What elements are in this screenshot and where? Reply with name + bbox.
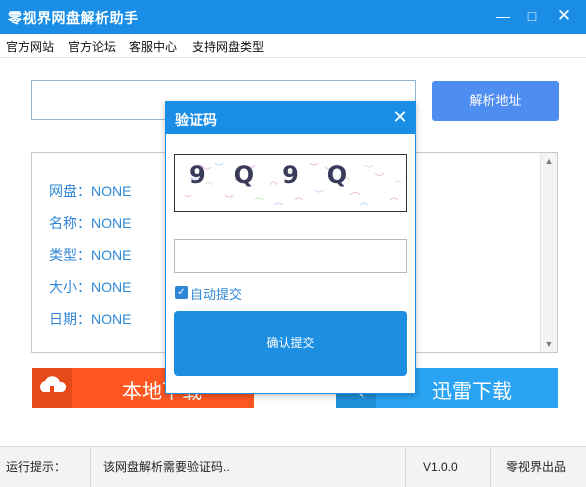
info-value: NONE bbox=[91, 183, 132, 199]
cloud-download-icon bbox=[32, 368, 72, 408]
info-label: 日期： bbox=[49, 311, 91, 327]
title-bar: 零视界网盘解析助手 — □ ✕ bbox=[0, 0, 586, 34]
info-row-size: 大小：NONE bbox=[49, 277, 131, 297]
info-row-name: 名称：NONE bbox=[49, 213, 131, 233]
info-row-date: 日期：NONE bbox=[49, 309, 131, 329]
menu-bar: 官方网站 官方论坛 客服中心 支持网盘类型 bbox=[0, 34, 586, 58]
minimize-icon: — bbox=[496, 8, 510, 24]
window-title: 零视界网盘解析助手 bbox=[8, 10, 139, 26]
menu-item-forum[interactable]: 官方论坛 bbox=[68, 38, 116, 55]
info-value: NONE bbox=[91, 247, 132, 263]
status-message: 该网盘解析需要验证码.. bbox=[103, 460, 230, 474]
maximize-icon: □ bbox=[527, 8, 537, 24]
check-icon: ✓ bbox=[177, 287, 186, 298]
confirm-submit-button[interactable]: 确认提交 bbox=[174, 311, 407, 376]
info-row-drive: 网盘：NONE bbox=[49, 181, 131, 201]
dialog-title-bar: 验证码 ✕ bbox=[166, 102, 415, 134]
minimize-button[interactable]: — bbox=[490, 4, 516, 28]
menu-item-official-site[interactable]: 官方网站 bbox=[6, 38, 54, 55]
parse-button[interactable]: 解析地址 bbox=[432, 81, 559, 121]
maximize-button[interactable]: □ bbox=[519, 4, 545, 28]
info-label: 名称： bbox=[49, 215, 91, 231]
info-label: 网盘： bbox=[49, 183, 91, 199]
dialog-close-button[interactable]: ✕ bbox=[388, 105, 412, 129]
captcha-code-field[interactable] bbox=[175, 240, 406, 272]
scroll-up-icon[interactable]: ▲ bbox=[541, 153, 557, 169]
status-divider bbox=[490, 447, 491, 487]
captcha-code-input[interactable] bbox=[174, 239, 407, 273]
captcha-image[interactable]: 9Q9Q bbox=[174, 154, 407, 212]
captcha-dialog: 验证码 ✕ 9Q9Q ✓ 自动提交 确认提交 bbox=[165, 101, 416, 394]
status-divider bbox=[90, 447, 91, 487]
auto-submit-label: 自动提交 bbox=[190, 287, 243, 302]
menu-item-supported-types[interactable]: 支持网盘类型 bbox=[192, 38, 264, 55]
close-button[interactable]: ✕ bbox=[551, 4, 577, 28]
captcha-text: 9Q9Q bbox=[189, 161, 376, 189]
version-text: V1.0.0 bbox=[423, 460, 458, 474]
status-divider bbox=[405, 447, 406, 487]
close-icon: ✕ bbox=[392, 107, 408, 127]
info-scrollbar[interactable]: ▲ ▼ bbox=[540, 153, 557, 352]
close-icon: ✕ bbox=[556, 6, 572, 25]
menu-item-support[interactable]: 客服中心 bbox=[129, 38, 177, 55]
info-label: 大小： bbox=[49, 279, 91, 295]
info-value: NONE bbox=[91, 311, 132, 327]
info-value: NONE bbox=[91, 279, 132, 295]
info-value: NONE bbox=[91, 215, 132, 231]
status-bar: 运行提示： 该网盘解析需要验证码.. V1.0.0 零视界出品 bbox=[0, 446, 586, 487]
info-label: 类型： bbox=[49, 247, 91, 263]
status-label: 运行提示： bbox=[6, 460, 67, 474]
thunder-download-label: 迅雷下载 bbox=[432, 381, 512, 403]
info-row-type: 类型：NONE bbox=[49, 245, 131, 265]
brand-text: 零视界出品 bbox=[506, 460, 567, 474]
auto-submit-checkbox[interactable]: ✓ bbox=[175, 286, 188, 299]
scroll-down-icon[interactable]: ▼ bbox=[541, 336, 557, 352]
dialog-title: 验证码 bbox=[175, 112, 217, 128]
